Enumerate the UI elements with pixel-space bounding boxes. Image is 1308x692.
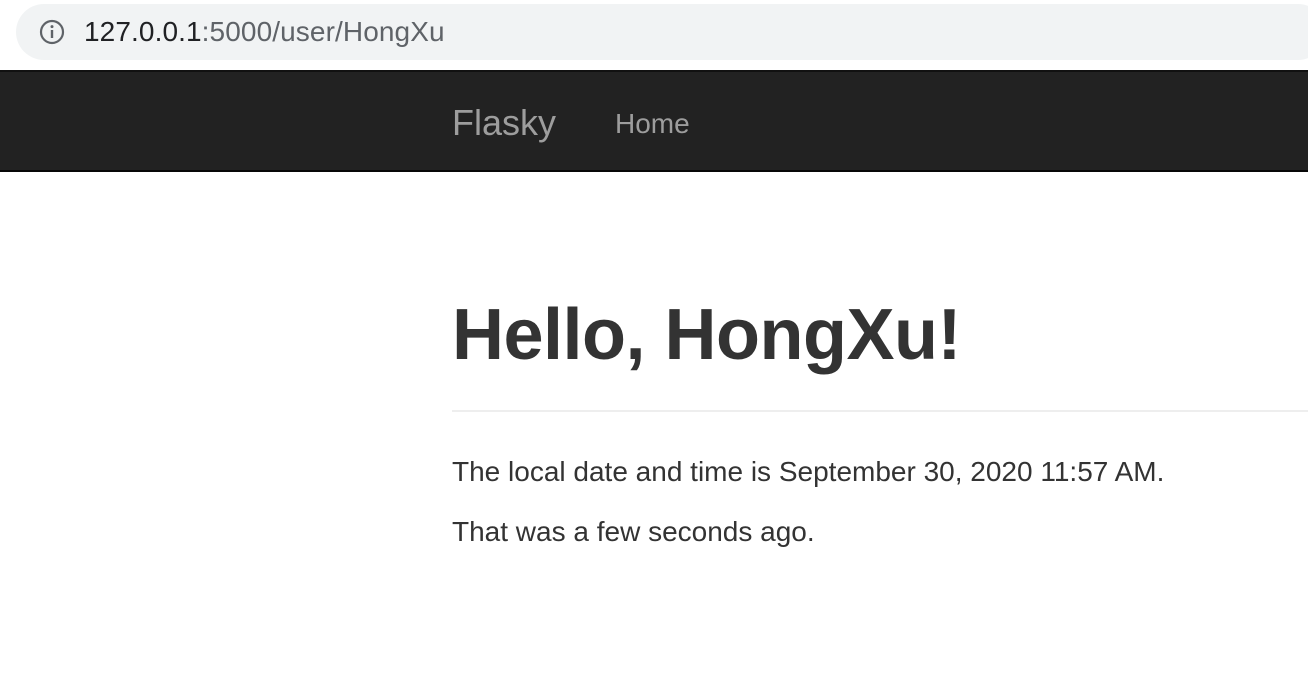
url-host: 127.0.0.1 [84, 16, 202, 47]
relative-time-text: That was a few seconds ago. [452, 516, 815, 547]
info-icon[interactable] [38, 18, 66, 46]
nav-item-home[interactable]: Home [615, 108, 690, 140]
navbar: Flasky Home [0, 70, 1308, 172]
browser-toolbar: 127.0.0.1:5000/user/HongXu [0, 0, 1308, 70]
url-text[interactable]: 127.0.0.1:5000/user/HongXu [84, 14, 445, 50]
local-time-text: The local date and time is September 30,… [452, 456, 1165, 487]
brand-link[interactable]: Flasky [452, 102, 556, 144]
page-title: Hello, HongXu! [452, 295, 961, 375]
page-header: Hello, HongXu! [452, 290, 1308, 412]
url-path: :5000/user/HongXu [201, 16, 445, 47]
